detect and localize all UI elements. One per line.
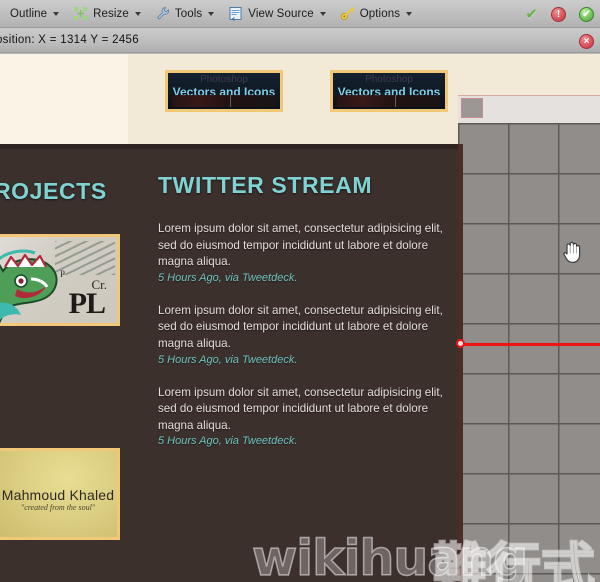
tweet-body: Lorem ipsum dolor sit amet, consectetur … — [158, 222, 443, 269]
toolbar-status-group: ✔ ! ✔ — [525, 0, 594, 28]
cursor-position-readout: Position: X = 1314 Y = 2456 — [0, 34, 139, 46]
projects-heading: PROJECTS — [0, 178, 107, 204]
serpent-illustration — [0, 249, 58, 323]
horizontal-guide-line[interactable] — [460, 343, 600, 346]
tweet-item[interactable]: Lorem ipsum dolor sit amet, consectetur … — [158, 221, 446, 284]
artwork-tagline-label: "created from the soul" — [20, 503, 96, 512]
inspector-grid-panel[interactable] — [458, 54, 600, 582]
grid-selected-cell[interactable] — [461, 98, 483, 118]
toolbar-item-outline[interactable]: Outline — [10, 0, 68, 27]
resize-grid-icon — [72, 5, 89, 22]
position-status-bar: Position: X = 1314 Y = 2456 × — [0, 28, 600, 53]
chevron-down-icon[interactable] — [319, 11, 326, 16]
error-badge-icon[interactable]: ! — [551, 6, 566, 22]
thumbnail-card-2[interactable]: Photoshop Vectors and Icons — [330, 70, 448, 112]
thumbnail-faded-title: Photoshop — [365, 74, 413, 85]
chevron-down-icon[interactable] — [208, 11, 215, 16]
page-top-left-panel — [0, 54, 128, 144]
page-main-body: PROJECTS P Cr. PL — [0, 144, 458, 582]
page-source-icon — [227, 5, 244, 22]
tweet-meta[interactable]: 5 Hours Ago, via Tweetdeck. — [158, 435, 446, 447]
web-developer-toolbar: Outline Resize Tools View Source Options… — [0, 0, 600, 28]
chevron-down-icon[interactable] — [53, 11, 60, 16]
hand-cursor — [561, 238, 583, 264]
toolbar-item-tools-label: Tools — [174, 7, 203, 20]
wrench-icon — [154, 5, 171, 22]
tweet-body: Lorem ipsum dolor sit amet, consectetur … — [158, 385, 443, 432]
validate-check-icon[interactable]: ✔ — [525, 7, 538, 22]
projects-column: PROJECTS P Cr. PL — [0, 178, 128, 540]
page-right-edge — [458, 144, 463, 582]
error-badge-icon[interactable]: × — [579, 34, 594, 49]
toolbar-item-view-source[interactable]: View Source — [227, 0, 334, 27]
thumbnail-faded-title: Photoshop — [200, 74, 248, 85]
project-card-aztec[interactable]: P Cr. PL — [0, 234, 120, 326]
toolbar-item-resize[interactable]: Resize — [72, 0, 150, 27]
chevron-down-icon[interactable] — [134, 11, 141, 16]
artwork-name-label: Mahmoud Khaled — [1, 487, 115, 503]
chevron-down-icon[interactable] — [406, 11, 413, 16]
toolbar-item-tools[interactable]: Tools — [154, 0, 223, 27]
success-badge-icon[interactable]: ✔ — [579, 6, 594, 22]
tweet-body: Lorem ipsum dolor sit amet, consectetur … — [158, 303, 443, 350]
key-icon — [339, 5, 356, 22]
twitter-stream-heading: TWITTER STREAM — [158, 172, 373, 198]
tweet-item[interactable]: Lorem ipsum dolor sit amet, consectetur … — [158, 385, 446, 448]
project-card-mahmoud-khaled[interactable]: Mahmoud Khaled "created from the soul" — [0, 448, 120, 540]
browser-page-viewport: Photoshop Vectors and Icons Photoshop Ve… — [0, 54, 600, 582]
grid-panel-top-band — [458, 54, 600, 95]
thumbnail-filmstrip — [172, 95, 276, 107]
twitter-stream-column: TWITTER STREAM Lorem ipsum dolor sit ame… — [158, 172, 446, 466]
guide-line-handle[interactable] — [456, 339, 465, 348]
thumbnail-card-1[interactable]: Photoshop Vectors and Icons — [165, 70, 283, 112]
mahmoud-khaled-artwork: Mahmoud Khaled "created from the soul" — [0, 451, 117, 537]
aztec-serpent-artwork: P Cr. PL — [0, 237, 117, 323]
toolbar-item-options[interactable]: Options — [339, 0, 421, 27]
tweet-meta[interactable]: 5 Hours Ago, via Tweetdeck. — [158, 354, 446, 366]
thumbnail-filmstrip — [337, 95, 441, 107]
measurement-grid[interactable] — [458, 123, 600, 582]
tweet-meta[interactable]: 5 Hours Ago, via Tweetdeck. — [158, 272, 446, 284]
toolbar-item-options-label: Options — [359, 7, 401, 20]
tweet-item[interactable]: Lorem ipsum dolor sit amet, consectetur … — [158, 303, 446, 366]
app-screenshot: Outline Resize Tools View Source Options… — [0, 0, 600, 582]
toolbar-item-view-source-label: View Source — [248, 7, 314, 20]
toolbar-item-outline-label: Outline — [10, 7, 48, 20]
toolbar-item-resize-label: Resize — [93, 7, 129, 20]
